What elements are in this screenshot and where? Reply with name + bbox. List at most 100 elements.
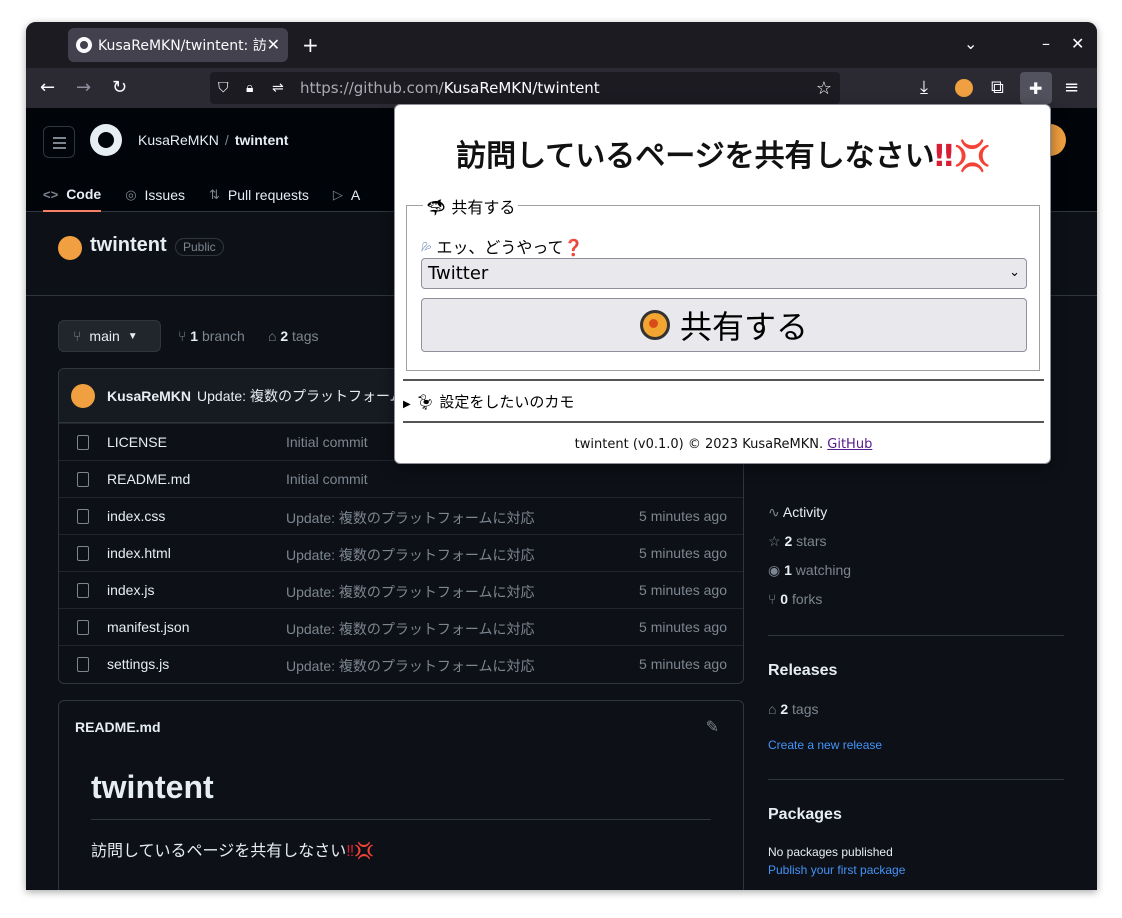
pulse-icon: ∿ (768, 504, 780, 520)
branch-name: main (89, 328, 120, 344)
shark-icon: 🦈︎ (426, 198, 447, 217)
file-row[interactable]: index.html Update: 複数のプラットフォームに対応 5 minute… (59, 534, 743, 571)
url-text: https://github.com/KusaReMKN/twintent (300, 79, 600, 97)
hamburger-menu-button[interactable] (43, 126, 75, 158)
minimize-icon[interactable]: – (1042, 34, 1050, 53)
stars-word: stars (796, 533, 827, 549)
file-commit-message[interactable]: Update: 複数のプラットフォームに対応 (286, 508, 535, 528)
extension-puzzle-icon[interactable]: ⧉ (991, 77, 1004, 98)
code-icon: <> (43, 186, 59, 202)
window-close-icon[interactable]: ✕ (1071, 34, 1084, 53)
file-row[interactable]: manifest.json Update: 複数のプラットフォームに対応 5 min… (59, 608, 743, 645)
file-name[interactable]: LICENSE (107, 434, 167, 450)
file-commit-message[interactable]: Update: 複数のプラットフォームに対応 (286, 545, 535, 565)
file-name[interactable]: README.md (107, 471, 190, 487)
file-name[interactable]: manifest.json (107, 619, 189, 635)
owner-link[interactable]: KusaReMKN (138, 132, 219, 148)
tab-actions[interactable]: ▷ A (333, 178, 360, 212)
popup-title-emoji: ‼💢 (934, 139, 991, 174)
file-row[interactable]: README.md Initial commit (59, 460, 743, 497)
question-mark-icon: ❓ (563, 238, 584, 257)
branch-count-icon: ⑂ (178, 328, 187, 344)
commit-message[interactable]: Update: 複数のプラットフォーム (197, 386, 404, 406)
file-name[interactable]: settings.js (107, 656, 169, 672)
publish-package-link[interactable]: Publish your first package (768, 863, 905, 877)
repo-link[interactable]: twintent (235, 132, 289, 148)
file-name[interactable]: index.html (107, 545, 171, 561)
reload-icon[interactable]: ↻ (112, 77, 127, 98)
file-commit-time: 5 minutes ago (639, 656, 727, 672)
commit-author[interactable]: KusaReMKN (107, 388, 191, 404)
footer-text: twintent (v0.1.0) © 2023 KusaReMKN. (574, 437, 824, 452)
file-icon (77, 620, 89, 635)
tab-code-label: Code (66, 186, 102, 202)
file-name[interactable]: index.css (107, 508, 165, 524)
tag-icon: ⌂ (268, 328, 277, 344)
share-button-label: 共有する (679, 308, 808, 346)
repo-title[interactable]: twintent (90, 234, 167, 257)
back-icon[interactable]: ← (40, 77, 55, 98)
file-row[interactable]: index.js Update: 複数のプラットフォームに対応 5 minutes … (59, 571, 743, 608)
branch-selector[interactable]: ⑂ main ▼ (58, 320, 161, 352)
share-button[interactable]: 共有する (421, 298, 1027, 352)
fork-icon: ⑂ (768, 591, 777, 607)
file-row[interactable]: index.css Update: 複数のプラットフォームに対応 5 minutes… (59, 497, 743, 534)
releases-tag-count: 2 (780, 701, 789, 717)
url-host: https://github.com/ (300, 79, 444, 97)
menu-icon[interactable]: ≡ (1064, 77, 1079, 98)
sweat-icon: 💦︎ (421, 238, 432, 257)
releases-heading[interactable]: Releases (768, 662, 837, 680)
file-commit-message[interactable]: Update: 複数のプラットフォームに対応 (286, 619, 535, 639)
extension-avatar-icon[interactable] (955, 79, 973, 97)
extensions-button[interactable]: ✚ (1020, 72, 1052, 104)
github-logo-icon[interactable] (90, 124, 122, 156)
url-bar[interactable]: ⛉ 🔒︎ ⇌ https://github.com/KusaReMKN/twin… (210, 72, 840, 104)
bookmark-star-icon[interactable]: ☆ (816, 78, 832, 99)
platform-select[interactable]: Twitter ⌄ (421, 258, 1027, 289)
file-row[interactable]: settings.js Update: 複数のプラットフォームに対応 5 minut… (59, 645, 743, 682)
tag-count: 2 (280, 328, 289, 344)
file-commit-time: 5 minutes ago (639, 619, 727, 635)
downloads-icon[interactable]: ⤓ (920, 77, 928, 98)
branch-word: branch (201, 328, 245, 344)
create-release-link[interactable]: Create a new release (768, 738, 882, 752)
browser-tab[interactable]: KusaReMKN/twintent: 訪 ✕ (68, 28, 288, 62)
file-name[interactable]: index.js (107, 582, 154, 598)
pull-request-icon: ⇅ (209, 187, 220, 202)
tab-strip: KusaReMKN/twintent: 訪 ✕ + ⌄ – ✕ (26, 22, 1097, 68)
readme-paragraph: 訪問しているページを共有しなさい‼💢 (91, 837, 374, 861)
file-commit-message[interactable]: Initial commit (286, 471, 368, 487)
breadcrumb-separator: / (224, 132, 229, 148)
tags-link[interactable]: ⌂ 2 tags (268, 328, 319, 344)
lock-icon[interactable]: 🔒︎ (246, 80, 253, 96)
branches-link[interactable]: ⑂ 1 branch (178, 328, 245, 344)
file-commit-message[interactable]: Initial commit (286, 434, 368, 450)
edit-pencil-icon[interactable]: ✎ (706, 717, 719, 737)
watching-word: watching (795, 562, 852, 578)
new-tab-button[interactable]: + (302, 33, 319, 57)
stars-link[interactable]: ☆ 2 stars (768, 533, 826, 550)
tab-issues[interactable]: ◎ Issues (125, 178, 185, 212)
forks-link[interactable]: ⑂ 0 forks (768, 591, 822, 607)
settings-details-toggle[interactable]: ▶ 🦆︎ 設定をしたいのカモ (403, 391, 574, 412)
file-commit-message[interactable]: Update: 複数のプラットフォームに対応 (286, 582, 535, 602)
tab-code[interactable]: <> Code (43, 178, 102, 212)
packages-heading[interactable]: Packages (768, 806, 842, 824)
share-legend: 🦈︎ 共有する (423, 194, 519, 218)
sidebar-divider (768, 635, 1064, 636)
github-link[interactable]: GitHub (827, 437, 872, 452)
tab-pull-requests-label: Pull requests (227, 187, 309, 203)
file-commit-message[interactable]: Update: 複数のプラットフォームに対応 (286, 656, 535, 676)
releases-tags-link[interactable]: ⌂ 2 tags (768, 701, 819, 717)
shield-icon[interactable]: ⛉ (218, 80, 229, 96)
tab-close-icon[interactable]: ✕ (267, 35, 280, 54)
forward-icon[interactable]: → (76, 77, 91, 98)
tab-list-icon[interactable]: ⌄ (964, 34, 977, 53)
releases-tag-word: tags (792, 701, 819, 717)
tab-pull-requests[interactable]: ⇅ Pull requests (209, 178, 309, 212)
file-icon (77, 546, 89, 561)
permissions-icon[interactable]: ⇌ (272, 80, 284, 96)
activity-link[interactable]: ∿ Activity (768, 504, 827, 521)
github-favicon-icon (76, 37, 92, 53)
watching-link[interactable]: ◉ 1 watching (768, 562, 851, 579)
